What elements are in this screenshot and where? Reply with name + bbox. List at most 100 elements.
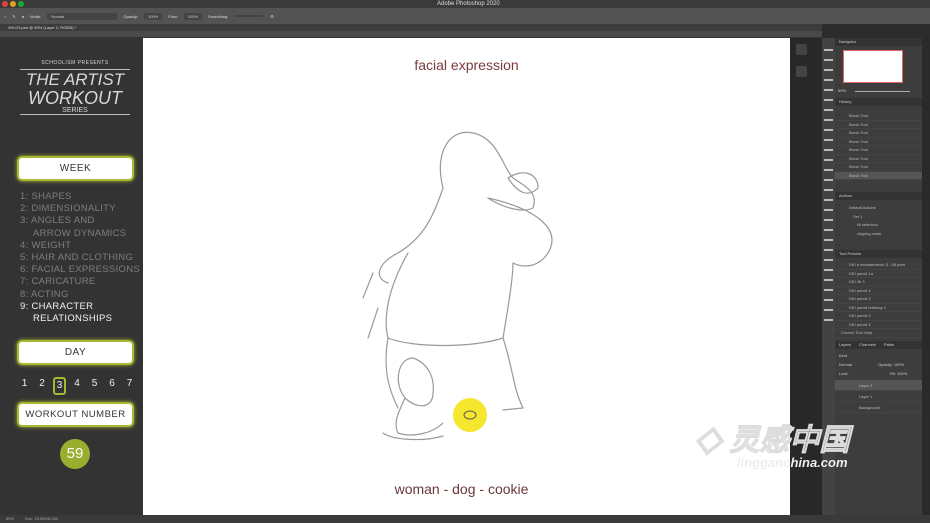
dog-small-in-hand (507, 172, 539, 194)
preset-item[interactable]: DKI pencil 2 (835, 312, 922, 321)
horizontal-ruler (0, 31, 822, 38)
preset-item[interactable]: DKI pencil 4 (835, 321, 922, 329)
week-item-current: RELATIONSHIPS (33, 313, 113, 325)
week-item: 8: ACTING (20, 288, 69, 300)
kind-filter[interactable]: Kind (839, 353, 918, 358)
preset-item[interactable]: DKI pencil 4 (835, 287, 922, 295)
fill-input[interactable]: 100% (897, 371, 907, 376)
navigator-panel-header[interactable]: Navigator (835, 38, 922, 46)
week-item: ARROW DYNAMICS (33, 227, 127, 239)
history-item[interactable]: Brush Tool (835, 146, 922, 155)
history-item[interactable]: Brush Tool (835, 138, 922, 146)
smoothing-input[interactable] (234, 15, 265, 17)
action-item[interactable]: clipping mask (835, 230, 922, 239)
tool-icons[interactable] (824, 44, 833, 324)
day-item: 4 (74, 378, 80, 389)
workout-number-badge: 59 (60, 439, 90, 469)
day-item: 1 (21, 378, 28, 389)
week-item: 4: WEIGHT (20, 239, 72, 251)
woman-head (439, 131, 535, 211)
watermark-logo: ◇ 灵感中国 lingganchina.com (694, 420, 850, 471)
week-item: 1: SHAPES (20, 191, 72, 202)
layer-opacity-input[interactable]: 100% (894, 362, 904, 367)
history-list: Brush Tool Brush Tool Brush Tool Brush T… (835, 106, 922, 180)
preset-item[interactable]: DKI pencil 1a (835, 270, 922, 278)
day-item: 6 (109, 378, 115, 389)
preset-item[interactable]: DKI 4b 3 (835, 278, 922, 287)
app-title: Adobe Photoshop 2020 (437, 1, 500, 7)
collapse-icon[interactable] (796, 66, 807, 77)
history-item[interactable]: Brush Tool (835, 121, 922, 129)
navigator-zoom-slider[interactable] (855, 91, 910, 92)
opacity-input[interactable]: 100% (144, 12, 163, 20)
close-window-button[interactable] (2, 1, 8, 7)
status-bar: 59% Doc: 25.5M/42.5M (0, 515, 930, 523)
day-item: 5 (91, 378, 98, 389)
week-list: 1: SHAPES 2: DIMENSIONALITY 3: ANGLES AN… (20, 191, 140, 325)
navigator-panel: 59% (835, 46, 922, 98)
layer-row[interactable]: Background (835, 402, 922, 413)
layer-row[interactable]: Layer 1 (835, 391, 922, 402)
week-item: 7: CARICATURE (20, 276, 96, 288)
panel-scrollbar[interactable] (922, 38, 930, 515)
history-item[interactable]: Brush Tool (835, 163, 922, 172)
layers-tabs: Layers Channels Paths (835, 340, 922, 349)
title-bar: Adobe Photoshop 2020 (0, 0, 930, 8)
status-doc-size: Doc: 25.5M/42.5M (25, 516, 58, 521)
history-item-selected[interactable]: Brush Tool (835, 171, 922, 180)
layer-opacity-label: Opacity: (878, 361, 893, 367)
layers-list: Layer 2 Layer 1 Background (835, 379, 922, 413)
bottom-caption: woman - dog - cookie (394, 481, 529, 497)
action-item[interactable]: Default Actions (835, 204, 922, 213)
course-overlay-panel: SCHOOLISM PRESENTS THE ARTIST WORKOUT SE… (0, 38, 143, 515)
history-item[interactable]: Brush Tool (835, 155, 922, 163)
fill-label: Fill: (889, 370, 896, 376)
tab-layers[interactable]: Layers (839, 341, 851, 349)
document-tab[interactable]: W9-D3.psd @ 59% (Layer 2, RGB/8) * (0, 24, 822, 31)
opacity-label: Opacity: (123, 13, 138, 19)
day-item: 7 (126, 378, 133, 389)
cursor-highlight (453, 398, 487, 432)
action-item[interactable]: Set 1 (835, 213, 922, 222)
flow-input[interactable]: 100% (183, 12, 203, 20)
lock-label: Lock: (839, 370, 849, 376)
preset-item[interactable]: DKI a kneaderbrush 3 - 68 pixel (835, 261, 922, 270)
history-panel-header[interactable]: History (835, 98, 922, 106)
layers-controls: Kind Normal Opacity: 100% Lock: Fill: 10… (835, 349, 922, 380)
dog (397, 357, 434, 407)
current-tool-only-checkbox[interactable]: Current Tool Only (835, 329, 922, 338)
week-item: 5: HAIR AND CLOTHING (20, 252, 134, 264)
action-item[interactable]: fill selection (835, 221, 922, 230)
tab-channels[interactable]: Channels (859, 341, 876, 349)
history-item[interactable]: Brush Tool (835, 129, 922, 138)
navigator-zoom[interactable]: 59% (838, 88, 846, 93)
week-item: 6: FACIAL EXPRESSIONS (20, 264, 140, 276)
expand-panels-icon[interactable] (796, 44, 807, 55)
day-item: 2 (39, 378, 45, 389)
brush-preset-icon[interactable]: ● (22, 14, 24, 19)
navigator-thumbnail[interactable] (843, 50, 903, 83)
tool-presets-panel-header[interactable]: Tool Presets (835, 250, 922, 258)
preset-item[interactable]: DKI pencil brhbany 1 (835, 304, 922, 312)
gear-icon[interactable]: ⚙ (270, 14, 274, 19)
week-item-current: 9: CHARACTER (20, 300, 94, 312)
maximize-window-button[interactable] (18, 1, 24, 7)
layer-row-selected[interactable]: Layer 2 (835, 379, 922, 391)
options-bar: ⌂ ✎ ● Mode: Normal Opacity: 100% Flow: 1… (0, 8, 930, 24)
home-icon[interactable]: ⌂ (4, 14, 6, 19)
mode-label: Mode: (30, 13, 42, 19)
blend-mode-select[interactable]: Normal (839, 362, 852, 367)
brush-tool-icon[interactable]: ✎ (12, 14, 15, 19)
day-list: 1 2 3 4 5 6 7 (18, 377, 136, 395)
tab-paths[interactable]: Paths (884, 341, 894, 349)
minimize-window-button[interactable] (10, 1, 16, 7)
history-item[interactable]: Brush Tool (835, 112, 922, 121)
actions-panel-header[interactable]: Actions (835, 192, 922, 200)
day-header: DAY (17, 340, 134, 365)
status-zoom[interactable]: 59% (6, 516, 14, 521)
preset-item[interactable]: DKI pencil 5 (835, 295, 922, 304)
week-item: 2: DIMENSIONALITY (20, 203, 116, 215)
canvas[interactable]: facial expression woman - dog - cookie (143, 38, 790, 515)
smoothing-label: Smoothing: (208, 13, 229, 19)
mode-select[interactable]: Normal (47, 12, 118, 20)
